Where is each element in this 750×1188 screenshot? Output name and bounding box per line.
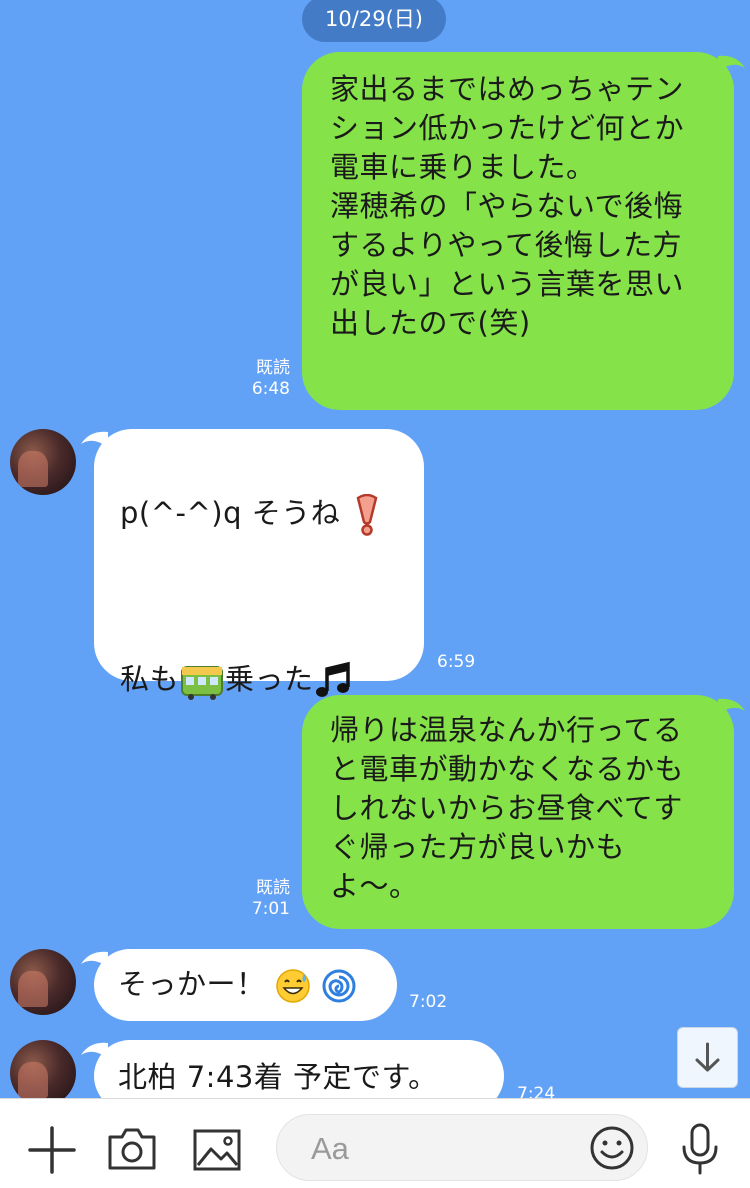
avatar[interactable] — [10, 949, 76, 1015]
message-text: 乗った — [225, 662, 314, 696]
scroll-down-icon — [695, 1042, 720, 1072]
cyclone-emoji — [322, 969, 356, 1003]
message-text: 私も — [120, 662, 180, 696]
message-text: そっかー！ — [118, 967, 266, 1001]
message-text: p(^-^)q そうね — [120, 496, 341, 530]
bubble-tail — [718, 55, 745, 72]
read-receipt: 既読 7:01 — [251, 878, 290, 919]
message-text: 北柏 7:43着 予定です。 — [118, 1060, 438, 1094]
sweat-smile-emoji — [276, 969, 310, 1003]
bubble-tail — [718, 698, 745, 715]
message-input-bar: Aa — [0, 1098, 750, 1188]
message-bubble-incoming[interactable]: 北柏 7:43着 予定です。 — [94, 1040, 504, 1098]
chat-area[interactable]: 10/29(日) 既読 6:48 家出るまではめっちゃテン ション低かったけど何… — [0, 0, 750, 1098]
message-bubble-incoming[interactable]: そっかー！ — [94, 949, 397, 1021]
avatar[interactable] — [10, 1040, 76, 1098]
date-separator: 10/29(日) — [302, 0, 446, 42]
read-receipt: 既読 6:48 — [251, 358, 290, 399]
message-time: 7:24 — [517, 1084, 556, 1098]
plus-icon[interactable] — [28, 1126, 76, 1174]
message-bubble-incoming[interactable]: p(^-^)q そうね 私も 乗った — [94, 429, 424, 700]
exclamation-emoji — [356, 494, 378, 536]
message-time: 7:02 — [409, 992, 448, 1012]
message-time: 6:59 — [437, 652, 476, 672]
emoji-icon[interactable] — [589, 1125, 635, 1171]
train-emoji — [181, 666, 224, 700]
mic-icon[interactable] — [680, 1123, 720, 1175]
avatar[interactable] — [10, 429, 76, 495]
scroll-to-bottom-button[interactable] — [677, 1027, 738, 1088]
message-bubble-outgoing[interactable]: 家出るまではめっちゃテン ション低かったけど何とか 電車に乗りました。 澤穂希の… — [302, 52, 734, 410]
input-placeholder: Aa — [311, 1131, 349, 1166]
image-icon[interactable] — [193, 1129, 241, 1171]
camera-icon[interactable] — [107, 1127, 157, 1171]
message-bubble-outgoing[interactable]: 帰りは温泉なんか行ってる と電車が動かなくなるかも しれないからお昼食べてす ぐ… — [302, 695, 734, 929]
message-input[interactable]: Aa — [276, 1114, 648, 1181]
